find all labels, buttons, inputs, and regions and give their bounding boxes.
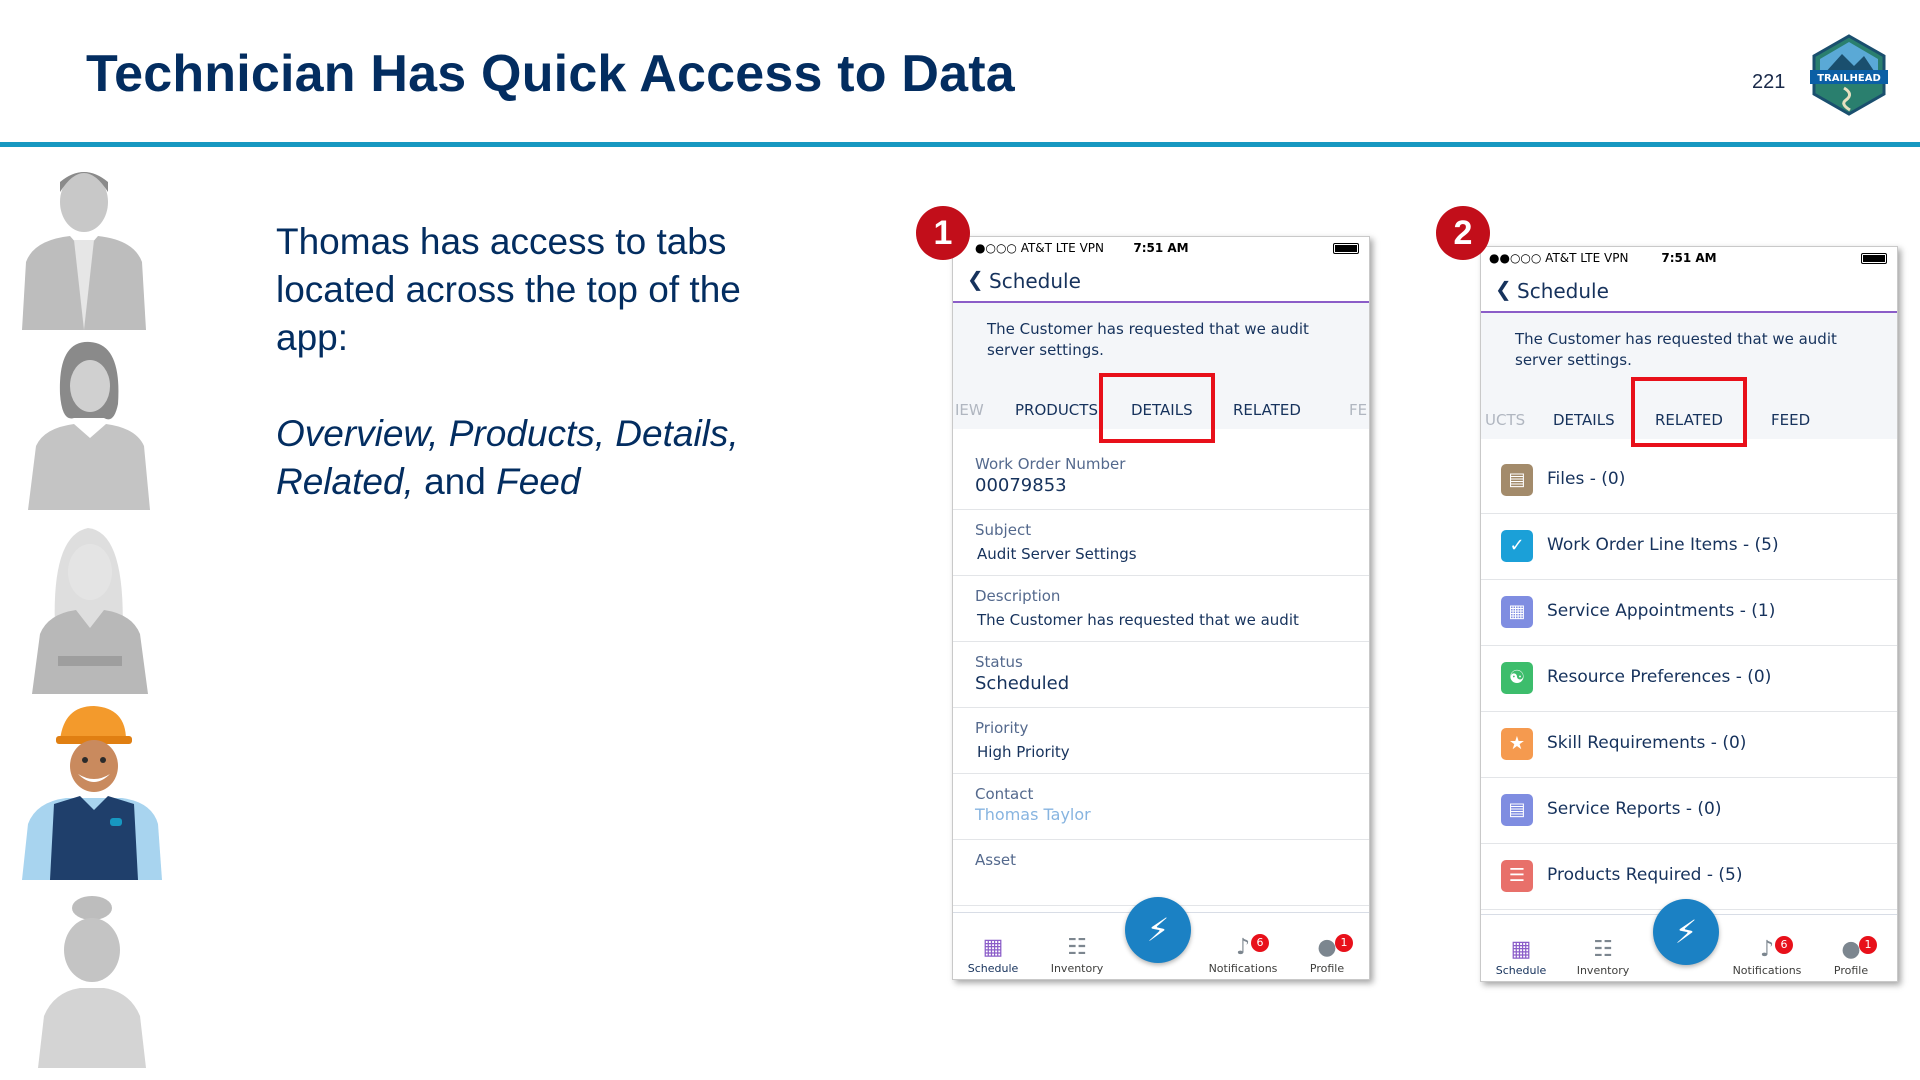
contact-link[interactable]: Thomas Taylor bbox=[975, 805, 1091, 824]
report-icon: ▤ bbox=[1501, 794, 1533, 826]
nav-profile[interactable]: ● Profile 1 bbox=[1811, 936, 1891, 977]
tab-products[interactable]: PRODUCTS bbox=[1015, 401, 1098, 419]
trailhead-logo: TRAILHEAD bbox=[1810, 34, 1888, 116]
field-contact: Contact Thomas Taylor bbox=[953, 773, 1369, 840]
phone-details-screen: ●○○○ AT&T LTE VPN 7:51 AM ❮ Schedule The… bbox=[952, 236, 1370, 980]
barcode-icon: ☷ bbox=[1067, 935, 1087, 960]
related-tab-highlight bbox=[1631, 377, 1747, 447]
persona-man-grey-icon bbox=[22, 172, 146, 330]
related-list-service-reports[interactable]: ▤ Service Reports - (0) bbox=[1481, 777, 1897, 844]
field-subject: Subject Audit Server Settings bbox=[953, 509, 1369, 576]
phone-related-screen: ●●○○○ AT&T LTE VPN 7:51 AM ❮ Schedule Th… bbox=[1480, 246, 1898, 982]
lightning-icon: ⚡ bbox=[1146, 911, 1170, 949]
bell-icon: ♪ bbox=[1235, 935, 1251, 960]
related-list-service-appointments[interactable]: ▦ Service Appointments - (1) bbox=[1481, 579, 1897, 646]
field-asset: Asset bbox=[953, 839, 1369, 906]
tab-related[interactable]: RELATED bbox=[1233, 401, 1301, 419]
related-list-resource-preferences[interactable]: ☯ Resource Preferences - (0) bbox=[1481, 645, 1897, 712]
body-intro: Thomas has access to tabs located across… bbox=[276, 221, 741, 358]
tab-products[interactable]: UCTS bbox=[1485, 411, 1525, 429]
nav-schedule[interactable]: ▦ Schedule bbox=[953, 934, 1033, 975]
nav-bar: ❮ Schedule bbox=[953, 259, 1369, 303]
products-icon: ☰ bbox=[1501, 860, 1533, 892]
step-badge-1: 1 bbox=[916, 206, 970, 260]
status-time: 7:51 AM bbox=[1133, 241, 1189, 255]
summary-text: The Customer has requested that we audit… bbox=[1515, 330, 1837, 369]
tab-overview[interactable]: IEW bbox=[955, 401, 984, 419]
tabs-list: Overview, Products, Details, Related, and… bbox=[276, 413, 739, 502]
related-list-skill-requirements[interactable]: ★ Skill Requirements - (0) bbox=[1481, 711, 1897, 778]
status-bar: ●●○○○ AT&T LTE VPN 7:51 AM bbox=[1481, 247, 1897, 267]
persona-technician-icon bbox=[22, 706, 162, 880]
person-icon: ● bbox=[1841, 937, 1861, 962]
tab-feed[interactable]: FEED bbox=[1771, 411, 1810, 429]
appointment-icon: ▦ bbox=[1501, 596, 1533, 628]
notifications-badge: 6 bbox=[1775, 936, 1793, 954]
bell-icon: ♪ bbox=[1759, 937, 1775, 962]
back-button-schedule[interactable]: Schedule bbox=[989, 269, 1081, 293]
summary-text: The Customer has requested that we audit… bbox=[987, 320, 1309, 359]
lightning-action-button[interactable]: ⚡ bbox=[1125, 897, 1191, 963]
notifications-badge: 6 bbox=[1251, 934, 1269, 952]
persona-woman-grey-icon bbox=[28, 341, 150, 510]
status-bar: ●○○○ AT&T LTE VPN 7:51 AM bbox=[953, 237, 1369, 257]
nav-inventory[interactable]: ☷ Inventory bbox=[1037, 934, 1117, 975]
field-priority: Priority High Priority bbox=[953, 707, 1369, 774]
details-tab-highlight bbox=[1099, 373, 1215, 443]
tab-feed[interactable]: FE bbox=[1349, 401, 1367, 419]
related-list-files[interactable]: ▤ Files - (0) bbox=[1481, 447, 1897, 514]
field-work-order-number: Work Order Number 00079853 bbox=[953, 443, 1369, 510]
calendar-icon: ▦ bbox=[1510, 937, 1532, 962]
barcode-icon: ☷ bbox=[1593, 937, 1613, 962]
nav-notifications[interactable]: ♪ Notifications 6 bbox=[1727, 936, 1807, 977]
back-button-schedule[interactable]: Schedule bbox=[1517, 279, 1609, 303]
status-time: 7:51 AM bbox=[1661, 251, 1717, 265]
nav-notifications[interactable]: ♪ Notifications 6 bbox=[1203, 934, 1283, 975]
slide-title: Technician Has Quick Access to Data bbox=[86, 45, 1015, 103]
battery-icon bbox=[1861, 253, 1887, 264]
nav-schedule[interactable]: ▦ Schedule bbox=[1481, 936, 1561, 977]
chevron-left-icon[interactable]: ❮ bbox=[1495, 277, 1512, 301]
battery-icon bbox=[1333, 243, 1359, 254]
persona-elder-grey-icon bbox=[38, 896, 146, 1068]
person-icon: ● bbox=[1317, 935, 1337, 960]
field-status: Status Scheduled bbox=[953, 641, 1369, 708]
field-description: Description The Customer has requested t… bbox=[953, 575, 1369, 642]
page-number: 221 bbox=[1752, 71, 1786, 93]
file-icon: ▤ bbox=[1501, 464, 1533, 496]
checklist-icon: ✓ bbox=[1501, 530, 1533, 562]
logo-text: TRAILHEAD bbox=[1817, 73, 1881, 84]
skill-icon: ★ bbox=[1501, 728, 1533, 760]
calendar-icon: ▦ bbox=[982, 935, 1004, 960]
nav-profile[interactable]: ● Profile 1 bbox=[1287, 934, 1367, 975]
chevron-left-icon[interactable]: ❮ bbox=[967, 267, 984, 291]
profile-badge: 1 bbox=[1859, 936, 1877, 954]
step-badge-2: 2 bbox=[1436, 206, 1490, 260]
lightning-icon: ⚡ bbox=[1674, 913, 1698, 951]
related-list-work-order-line-items[interactable]: ✓ Work Order Line Items - (5) bbox=[1481, 513, 1897, 580]
persona-woman-blonde-icon bbox=[32, 528, 148, 694]
body-text: Thomas has access to tabs located across… bbox=[276, 218, 796, 506]
preference-icon: ☯ bbox=[1501, 662, 1533, 694]
nav-bar: ❮ Schedule bbox=[1481, 269, 1897, 313]
profile-badge: 1 bbox=[1335, 934, 1353, 952]
header-divider bbox=[0, 142, 1920, 147]
nav-inventory[interactable]: ☷ Inventory bbox=[1563, 936, 1643, 977]
tab-details[interactable]: DETAILS bbox=[1553, 411, 1615, 429]
lightning-action-button[interactable]: ⚡ bbox=[1653, 899, 1719, 965]
